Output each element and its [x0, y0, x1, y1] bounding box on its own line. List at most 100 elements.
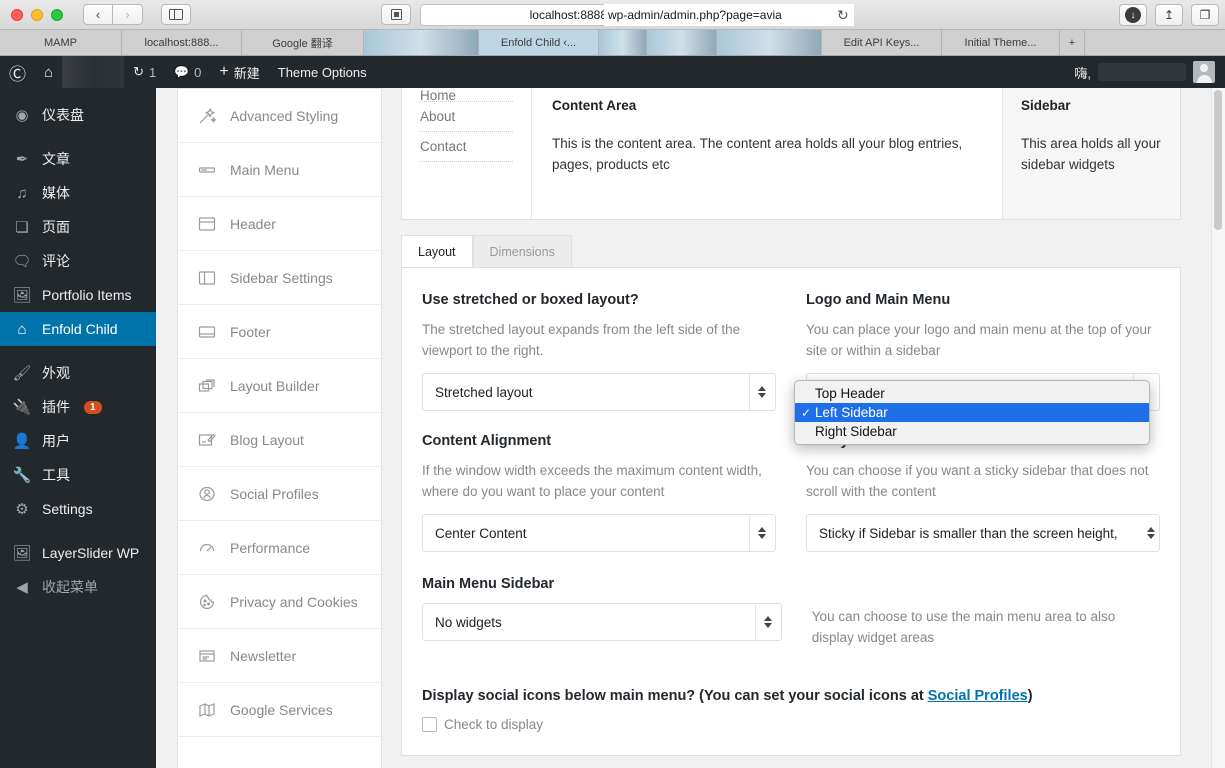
dropdown-option-label: Left Sidebar: [815, 405, 888, 420]
dropdown-option-left-sidebar[interactable]: ✓Left Sidebar: [795, 403, 1149, 422]
tab-dimensions[interactable]: Dimensions: [473, 235, 572, 267]
share-icon: ↥: [1164, 8, 1174, 22]
sidebar-layout-icon: [197, 268, 217, 288]
comments-count: 0: [194, 65, 201, 80]
sidebar-item-enfold-child[interactable]: ⌂Enfold Child: [0, 312, 156, 346]
browser-tab-label: ~...: [674, 37, 690, 49]
sidebar-item-评论[interactable]: 🗨评论: [0, 244, 156, 278]
sidebar-item-portfolio-items[interactable]: 🖼Portfolio Items: [0, 278, 156, 312]
sidebar-item-媒体[interactable]: ♫媒体: [0, 176, 156, 210]
edit-note-icon: [197, 430, 217, 450]
preview-menu: Home About Contact: [402, 88, 532, 219]
wp-logo-menu[interactable]: Ⓒ: [0, 56, 35, 88]
field-main-menu-sidebar: Main Menu Sidebar No widgets: [422, 576, 782, 641]
theme-options-main: Home About Contact Content Area This is …: [383, 88, 1225, 768]
downloads-button[interactable]: ↓: [1119, 4, 1147, 26]
tab-layout[interactable]: Layout: [401, 235, 473, 267]
sidebar-item-页面[interactable]: ❏页面: [0, 210, 156, 244]
reader-view-button[interactable]: [381, 4, 411, 25]
options-nav-item-label: Main Menu: [230, 162, 299, 178]
browser-tab[interactable]: Enfold Child ‹...: [479, 30, 599, 55]
dropdown-option-right-sidebar[interactable]: Right Sidebar: [795, 422, 1149, 441]
options-nav-item-label: Advanced Styling: [230, 108, 338, 124]
sticky-sidebar-select[interactable]: Sticky if Sidebar is smaller than the sc…: [806, 514, 1160, 552]
options-nav-item-blog-layout[interactable]: Blog Layout: [178, 413, 381, 467]
dropdown-option-top-header[interactable]: Top Header: [795, 384, 1149, 403]
maximize-window-button[interactable]: [51, 9, 63, 21]
options-nav-item-header[interactable]: Header: [178, 197, 381, 251]
theme-options-label: Theme Options: [278, 65, 367, 80]
sidebar-item-工具[interactable]: 🔧工具: [0, 458, 156, 492]
avatar[interactable]: [1193, 61, 1215, 83]
main-menu-sidebar-select[interactable]: No widgets: [422, 603, 782, 641]
options-nav-item-label: Social Profiles: [230, 486, 319, 502]
tabs-overview-icon: ❐: [1200, 8, 1211, 22]
comments-link[interactable]: 💬 0: [165, 56, 210, 88]
stretched-layout-select[interactable]: Stretched layout: [422, 373, 776, 411]
sidebar-item-收起菜单[interactable]: ◀收起菜单: [0, 570, 156, 604]
updates-link[interactable]: ↻ 1: [124, 56, 165, 88]
browser-tab-label: MAMP: [44, 37, 77, 49]
options-nav-item-sidebar-settings[interactable]: Sidebar Settings: [178, 251, 381, 305]
options-nav-item-performance[interactable]: Performance: [178, 521, 381, 575]
browser-tab[interactable]: Edit API Keys...: [822, 30, 942, 55]
show-all-tabs-button[interactable]: ❐: [1191, 4, 1219, 26]
page-scrollbar[interactable]: [1211, 88, 1225, 768]
wordpress-logo-icon: Ⓒ: [9, 60, 26, 85]
minimize-window-button[interactable]: [31, 9, 43, 21]
reload-button[interactable]: ↻: [837, 7, 849, 24]
settings-icon: ⚙: [12, 499, 32, 519]
options-nav-item-privacy-and-cookies[interactable]: Privacy and Cookies: [178, 575, 381, 629]
sidebar-item-layerslider-wp[interactable]: 🖼LayerSlider WP: [0, 536, 156, 570]
update-badge: 1: [84, 401, 102, 414]
close-window-button[interactable]: [11, 9, 23, 21]
browser-tab[interactable]: [599, 30, 647, 55]
page-icon: ❏: [12, 217, 32, 237]
avatar-body-icon: [1197, 75, 1212, 83]
sidebar-item-外观[interactable]: 🖌外观: [0, 356, 156, 390]
sidebar-item-settings[interactable]: ⚙Settings: [0, 492, 156, 526]
share-button[interactable]: ↥: [1155, 4, 1183, 26]
options-nav-item-layout-builder[interactable]: Layout Builder: [178, 359, 381, 413]
sidebar-item-label: 收起菜单: [42, 577, 98, 597]
dashboard-icon: ◉: [12, 105, 32, 125]
options-nav-item-footer[interactable]: Footer: [178, 305, 381, 359]
social-icons-checkbox-row[interactable]: Check to display: [422, 717, 1160, 732]
browser-tab[interactable]: Google 翻译: [242, 30, 364, 55]
site-home-link[interactable]: ⌂: [35, 56, 62, 88]
browser-tab[interactable]: ~...: [647, 30, 717, 55]
checkbox-icon[interactable]: [422, 717, 437, 732]
sidebar-item-插件[interactable]: 🔌插件1: [0, 390, 156, 424]
logo-main-menu-dropdown[interactable]: Top Header✓Left SidebarRight Sidebar: [794, 380, 1150, 445]
browser-tab[interactable]: [364, 30, 479, 55]
sidebar-item-用户[interactable]: 👤用户: [0, 424, 156, 458]
pin-icon: ✒: [12, 149, 32, 169]
options-nav-item-social-profiles[interactable]: Social Profiles: [178, 467, 381, 521]
site-name-blurred: [62, 56, 124, 88]
scrollbar-thumb[interactable]: [1214, 90, 1222, 230]
browser-tab[interactable]: +: [1060, 30, 1085, 55]
address-bar-right[interactable]: wp-admin/admin.php?page=avia: [604, 4, 854, 26]
back-button[interactable]: ‹: [83, 4, 113, 25]
sidebar-item-label: Enfold Child: [42, 321, 118, 337]
browser-tab[interactable]: [717, 30, 822, 55]
options-nav-item-google-services[interactable]: Google Services: [178, 683, 381, 737]
sidebar-item-文章[interactable]: ✒文章: [0, 142, 156, 176]
theme-options-link[interactable]: Theme Options: [269, 56, 376, 88]
sidebar-toggle-button[interactable]: [161, 4, 191, 25]
browser-tab[interactable]: MAMP: [0, 30, 122, 55]
forward-button[interactable]: ›: [113, 4, 143, 25]
options-nav-item-advanced-styling[interactable]: Advanced Styling: [178, 89, 381, 143]
admin-bar-account-area[interactable]: 嗨,: [1074, 61, 1225, 83]
browser-tab[interactable]: Initial Theme...: [942, 30, 1060, 55]
sidebar-item-仪表盘[interactable]: ◉仪表盘: [0, 98, 156, 132]
preview-content-heading: Content Area: [552, 98, 982, 113]
social-profiles-link[interactable]: Social Profiles: [928, 688, 1028, 704]
options-nav-item-newsletter[interactable]: Newsletter: [178, 629, 381, 683]
options-nav-item-main-menu[interactable]: Main Menu: [178, 143, 381, 197]
sticky-sidebar-value: Sticky if Sidebar is smaller than the sc…: [819, 526, 1118, 541]
content-alignment-select[interactable]: Center Content: [422, 514, 776, 552]
browser-tab[interactable]: localhost:888...: [122, 30, 242, 55]
options-nav-item-label: Layout Builder: [230, 378, 320, 394]
new-content-menu[interactable]: + 新建: [210, 56, 268, 88]
